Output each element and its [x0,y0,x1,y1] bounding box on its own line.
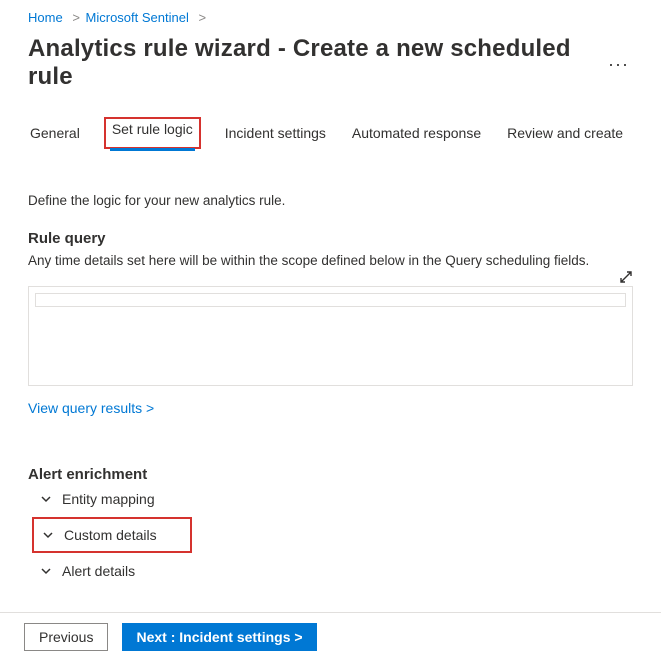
page-title: Analytics rule wizard - Create a new sch… [28,35,608,91]
next-button[interactable]: Next : Incident settings > [122,623,316,651]
tab-review-create[interactable]: Review and create [505,119,625,149]
rule-query-desc: Any time details set here will be within… [28,253,633,268]
expand-icon[interactable] [619,270,633,284]
breadcrumb-sentinel[interactable]: Microsoft Sentinel [86,10,189,25]
enrich-custom-details[interactable]: Custom details [32,517,192,553]
alert-enrichment-heading: Alert enrichment [28,466,633,483]
chevron-down-icon [40,565,52,577]
enrich-alert-details[interactable]: Alert details [32,555,633,587]
enrich-label: Custom details [64,527,157,543]
query-input-line[interactable] [35,293,626,307]
tab-general[interactable]: General [28,119,82,149]
tab-set-rule-logic[interactable]: Set rule logic [104,117,201,149]
previous-button[interactable]: Previous [24,623,108,651]
enrich-label: Alert details [62,563,135,579]
breadcrumb: Home > Microsoft Sentinel > [28,8,633,31]
intro-text: Define the logic for your new analytics … [28,193,633,208]
view-query-results-link[interactable]: View query results > [28,400,154,416]
chevron-right-icon: > [72,10,80,25]
rule-query-heading: Rule query [28,230,633,247]
tab-incident-settings[interactable]: Incident settings [223,119,328,149]
chevron-down-icon [42,529,54,541]
more-icon[interactable]: ··· [608,54,633,75]
chevron-down-icon [40,493,52,505]
tabs: General Set rule logic Incident settings… [28,119,633,149]
breadcrumb-home[interactable]: Home [28,10,63,25]
chevron-right-icon: > [198,10,206,25]
query-editor[interactable] [28,286,633,386]
wizard-footer: Previous Next : Incident settings > [0,612,661,661]
enrich-label: Entity mapping [62,491,155,507]
enrich-entity-mapping[interactable]: Entity mapping [32,483,633,515]
tab-automated-response[interactable]: Automated response [350,119,483,149]
